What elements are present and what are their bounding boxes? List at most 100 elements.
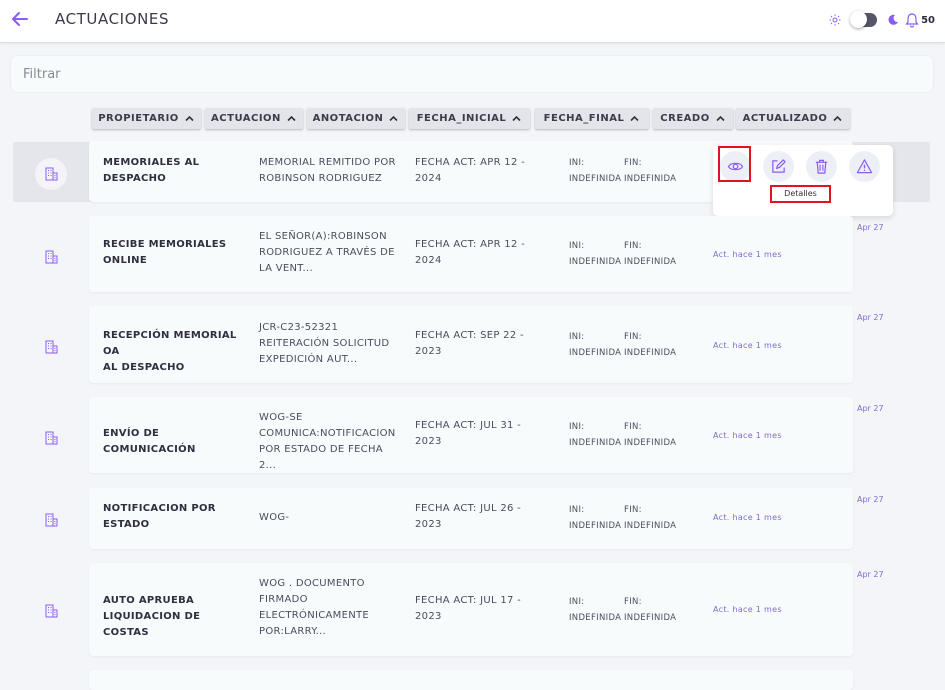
ini-label: INI: bbox=[569, 158, 585, 168]
created-date: Apr 27 bbox=[857, 404, 884, 413]
propietario-cell: ENVÍO DE COMUNICACIÓN bbox=[103, 426, 248, 458]
delete-button[interactable] bbox=[806, 151, 837, 182]
fecha-line: FECHA ACT: JUL 17 - bbox=[415, 595, 522, 606]
sort-propietario[interactable]: PROPIETARIO bbox=[92, 108, 201, 129]
actuacion-line: EXPEDICIÓN AUT... bbox=[259, 354, 358, 365]
actuacion-line: WOG-SE bbox=[259, 412, 303, 423]
created-date: Apr 27 bbox=[857, 223, 884, 232]
trash-icon bbox=[815, 159, 828, 174]
chevron-up-icon bbox=[512, 115, 521, 122]
fin-cell: FIN: INDEFINIDA bbox=[624, 502, 679, 534]
actuacion-cell: WOG- bbox=[259, 510, 399, 526]
table-row[interactable]: ENVÍO DE COMUNICACIÓN WOG-SE COMUNICA:NO… bbox=[89, 397, 853, 473]
fin-label: FIN: bbox=[624, 241, 642, 251]
fecha-line: 2024 bbox=[415, 173, 442, 184]
sort-creado[interactable]: CREADO bbox=[653, 108, 733, 129]
actuacion-line: EL SEÑOR(A):ROBINSON bbox=[259, 231, 387, 242]
ini-value: INDEFINIDA bbox=[569, 174, 622, 184]
actuacion-line: ROBINSON RODRIGUEZ bbox=[259, 173, 383, 184]
propietario-line: ESTADO bbox=[103, 519, 150, 530]
fin-value: INDEFINIDA bbox=[624, 521, 677, 531]
alert-button[interactable] bbox=[849, 151, 880, 182]
table-row[interactable]: AUTO APRUEBA LIQUIDACION DE COSTAS WOG .… bbox=[89, 563, 853, 656]
actuacion-cell: JCR-C23-52321 REITERACIÓN SOLICITUD EXPE… bbox=[259, 320, 399, 368]
details-tooltip: Detalles bbox=[770, 185, 831, 203]
ini-cell: INI: INDEFINIDA bbox=[569, 155, 624, 187]
sort-actuacion[interactable]: ACTUACION bbox=[205, 108, 303, 129]
bell-icon[interactable] bbox=[905, 12, 919, 28]
ini-value: INDEFINIDA bbox=[569, 438, 622, 448]
table-row[interactable]: RECEPCIÓN MEMORIAL OA AL DESPACHO JCR-C2… bbox=[89, 306, 853, 383]
fecha-line: FECHA ACT: APR 12 - bbox=[415, 157, 526, 168]
actuacion-line: WOG- bbox=[259, 512, 290, 523]
actuacion-line: WOG . DOCUMENTO bbox=[259, 578, 365, 589]
sort-label: PROPIETARIO bbox=[98, 113, 179, 124]
propietario-line: MEMORIALES AL bbox=[103, 157, 200, 168]
actuacion-line: POR ESTADO DE FECHA 2... bbox=[259, 444, 383, 471]
ini-cell: INI: INDEFINIDA bbox=[569, 594, 624, 626]
fin-value: INDEFINIDA bbox=[624, 257, 677, 267]
chevron-up-icon bbox=[833, 115, 842, 122]
ini-value: INDEFINIDA bbox=[569, 521, 622, 531]
building-icon bbox=[45, 431, 58, 445]
created-date: Apr 27 bbox=[857, 495, 884, 504]
updated-text: Act. hace 1 mes bbox=[713, 605, 782, 614]
building-icon bbox=[45, 513, 58, 527]
actuacion-line: FIRMADO bbox=[259, 594, 308, 605]
table-row[interactable]: NOTIFICACION POR ESTADO WOG- FECHA ACT: … bbox=[89, 488, 853, 549]
sort-fecha-final[interactable]: FECHA_FINAL bbox=[535, 108, 649, 129]
actuacion-cell: WOG-SE COMUNICA:NOTIFICACION POR ESTADO … bbox=[259, 410, 399, 474]
fecha-cell: FECHA ACT: JUL 31 - 2023 bbox=[415, 418, 545, 450]
actuacion-line: REITERACIÓN SOLICITUD bbox=[259, 338, 390, 349]
created-date: Apr 27 bbox=[857, 570, 884, 579]
chevron-up-icon bbox=[630, 115, 639, 122]
fecha-line: 2023 bbox=[415, 611, 442, 622]
ini-cell: INI: INDEFINIDA bbox=[569, 329, 624, 361]
ini-value: INDEFINIDA bbox=[569, 613, 622, 623]
edit-button[interactable] bbox=[763, 151, 794, 182]
fin-label: FIN: bbox=[624, 422, 642, 432]
ini-label: INI: bbox=[569, 505, 585, 515]
sort-anotacion[interactable]: ANOTACION bbox=[307, 108, 405, 129]
propietario-line: AL DESPACHO bbox=[103, 362, 185, 373]
actuacion-cell: WOG . DOCUMENTO FIRMADO ELECTRÓNICAMENTE… bbox=[259, 576, 399, 640]
chevron-up-icon bbox=[287, 115, 296, 122]
theme-toggle[interactable] bbox=[850, 11, 878, 28]
fecha-line: FECHA ACT: SEP 22 - bbox=[415, 330, 524, 341]
actuacion-line: POR:LARRY... bbox=[259, 626, 327, 637]
building-icon bbox=[45, 604, 58, 618]
propietario-line: AUTO APRUEBA bbox=[103, 595, 195, 606]
table-row[interactable]: RECIBE MEMORIALES ONLINE EL SEÑOR(A):ROB… bbox=[89, 216, 853, 292]
sort-fecha-inicial[interactable]: FECHA_INICIAL bbox=[409, 108, 530, 129]
fin-cell: FIN: INDEFINIDA bbox=[624, 238, 679, 270]
fin-cell: FIN: INDEFINIDA bbox=[624, 419, 679, 451]
propietario-cell: RECIBE MEMORIALES ONLINE bbox=[103, 237, 248, 269]
top-bar: ACTUACIONES 50 bbox=[0, 0, 945, 43]
chevron-up-icon bbox=[389, 115, 398, 122]
toggle-knob bbox=[850, 11, 868, 28]
ini-value: INDEFINIDA bbox=[569, 348, 622, 358]
filter-input[interactable] bbox=[11, 56, 933, 92]
sort-label: ACTUACION bbox=[211, 113, 281, 124]
ini-label: INI: bbox=[569, 332, 585, 342]
fin-label: FIN: bbox=[624, 332, 642, 342]
fecha-line: 2023 bbox=[415, 346, 442, 357]
actuacion-line: RODRIGUEZ A TRAVÉS DE bbox=[259, 247, 395, 258]
fecha-line: 2023 bbox=[415, 519, 442, 530]
table-row[interactable] bbox=[89, 670, 853, 690]
propietario-line: DESPACHO bbox=[103, 173, 167, 184]
sort-label: CREADO bbox=[660, 113, 710, 124]
propietario-line: ONLINE bbox=[103, 255, 147, 266]
propietario-cell: RECEPCIÓN MEMORIAL OA AL DESPACHO bbox=[103, 328, 248, 376]
fecha-cell: FECHA ACT: APR 12 - 2024 bbox=[415, 237, 545, 269]
fin-value: INDEFINIDA bbox=[624, 613, 677, 623]
back-arrow-icon[interactable] bbox=[10, 9, 30, 29]
updated-text: Act. hace 1 mes bbox=[713, 513, 782, 522]
fin-cell: FIN: INDEFINIDA bbox=[624, 329, 679, 361]
fin-label: FIN: bbox=[624, 158, 642, 168]
sort-actualizado[interactable]: ACTUALIZADO bbox=[736, 108, 850, 129]
notification-count: 50 bbox=[921, 14, 935, 26]
propietario-cell: NOTIFICACION POR ESTADO bbox=[103, 501, 248, 533]
sort-label: FECHA_INICIAL bbox=[416, 113, 507, 124]
actuacion-line: JCR-C23-52321 bbox=[259, 322, 339, 333]
